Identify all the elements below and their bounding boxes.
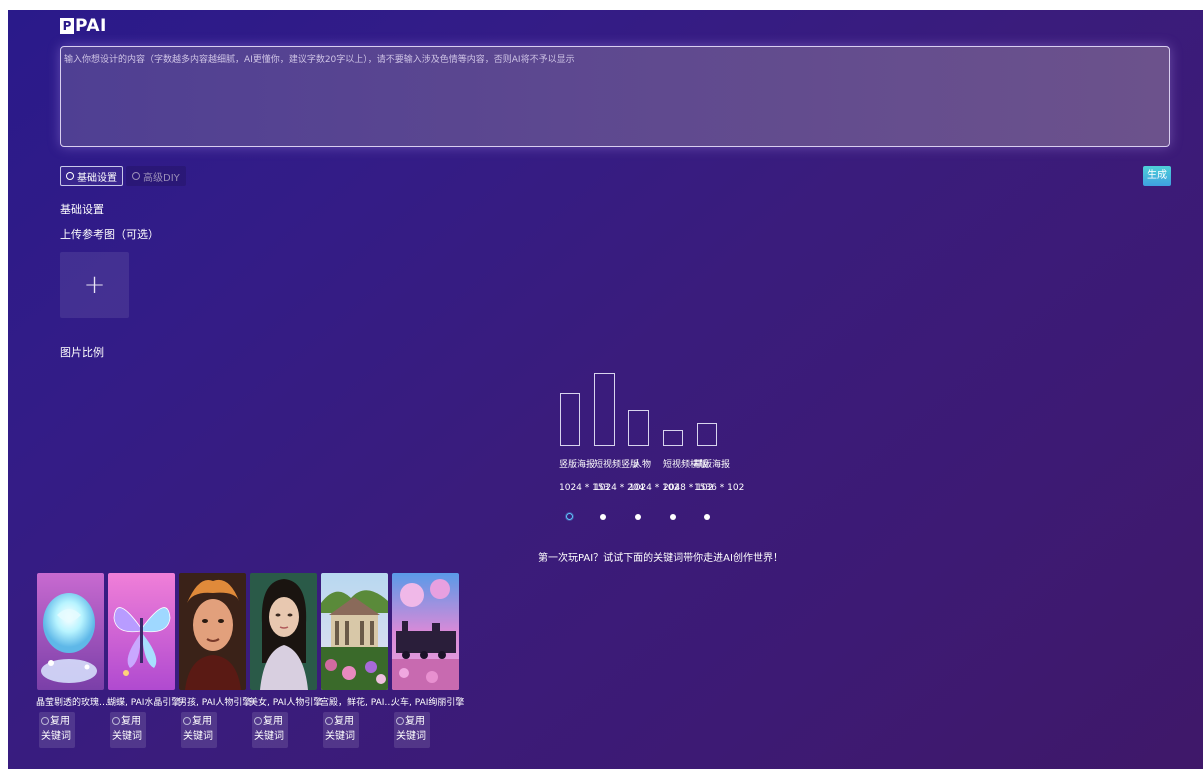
ratio-radio[interactable] bbox=[704, 514, 710, 520]
copy-icon bbox=[41, 717, 49, 725]
gear-icon bbox=[132, 172, 140, 180]
example-card[interactable]: 美女, PAI人物引擎 复用关键词 bbox=[249, 573, 322, 748]
ratio-radio[interactable] bbox=[600, 514, 606, 520]
copy-icon bbox=[183, 717, 191, 725]
example-image-butterfly[interactable] bbox=[108, 573, 175, 690]
example-image-train[interactable] bbox=[392, 573, 459, 690]
example-cards: 晶莹剔透的玫瑰花... 复用关键词 蝴蝶, PAI水晶引擎 复用关键词 男孩, … bbox=[36, 573, 464, 748]
example-image-boy[interactable] bbox=[179, 573, 246, 690]
onboarding-hint: 第一次玩PAI？试试下面的关键词带你走进AI创作世界！ bbox=[538, 553, 783, 564]
reuse-keywords-button[interactable]: 复用关键词 bbox=[252, 712, 288, 748]
copy-icon bbox=[112, 717, 120, 725]
ratio-shape bbox=[628, 410, 649, 446]
example-card[interactable]: 火车, PAI绚丽引擎 复用关键词 bbox=[391, 573, 464, 748]
example-caption: 火车, PAI绚丽引擎 bbox=[391, 698, 465, 708]
ratio-selector: 竖版海报 1024 * 153 短视频竖版 1024 * 204 人物 1024… bbox=[556, 370, 745, 570]
upload-label: 上传参考图（可选） bbox=[60, 228, 159, 241]
example-caption: 宫殿，鲜花, PAI绚... bbox=[320, 698, 398, 708]
example-card[interactable]: 蝴蝶, PAI水晶引擎 复用关键词 bbox=[107, 573, 180, 748]
reuse-keywords-button[interactable]: 复用关键词 bbox=[394, 712, 430, 748]
example-card[interactable]: 宫殿，鲜花, PAI绚... 复用关键词 bbox=[320, 573, 398, 748]
prompt-input[interactable]: 输入你想设计的内容（字数越多内容越细腻，AI更懂你，建议字数20字以上），请不要… bbox=[60, 46, 1170, 147]
example-caption: 男孩, PAI人物引擎 bbox=[178, 698, 252, 708]
example-image-rose[interactable] bbox=[37, 573, 104, 690]
ratio-name: 竖版海报 bbox=[559, 460, 596, 470]
plus-icon: + bbox=[83, 270, 106, 300]
section-title: 基础设置 bbox=[60, 203, 104, 216]
ratio-shape bbox=[663, 430, 683, 446]
reuse-keywords-button[interactable]: 复用关键词 bbox=[181, 712, 217, 748]
mode-tabs: 基础设置 高级DIY bbox=[60, 166, 186, 186]
ratio-radio[interactable] bbox=[635, 514, 641, 520]
ratio-size: 1536 * 102 bbox=[694, 483, 745, 493]
upload-reference-button[interactable]: + bbox=[60, 252, 129, 318]
example-image-woman[interactable] bbox=[250, 573, 317, 690]
reuse-keywords-button[interactable]: 复用关键词 bbox=[323, 712, 359, 748]
tab-advanced-diy[interactable]: 高级DIY bbox=[126, 166, 186, 186]
gear-icon bbox=[66, 172, 74, 180]
ratio-name: 人物 bbox=[633, 460, 652, 470]
generate-button[interactable]: 生成 bbox=[1143, 166, 1171, 186]
ratio-label: 图片比例 bbox=[60, 346, 104, 359]
prompt-placeholder: 输入你想设计的内容（字数越多内容越细腻，AI更懂你，建议字数20字以上），请不要… bbox=[64, 55, 575, 65]
ratio-name: 横版海报 bbox=[694, 460, 731, 470]
example-image-palace[interactable] bbox=[321, 573, 388, 690]
example-caption: 美女, PAI人物引擎 bbox=[249, 698, 323, 708]
ratio-radio[interactable] bbox=[670, 514, 676, 520]
ratio-radio[interactable] bbox=[566, 513, 573, 520]
example-caption: 蝴蝶, PAI水晶引擎 bbox=[107, 698, 181, 708]
copy-icon bbox=[254, 717, 262, 725]
reuse-keywords-button[interactable]: 复用关键词 bbox=[39, 712, 75, 748]
example-caption: 晶莹剔透的玫瑰花... bbox=[36, 698, 114, 708]
logo-mark: P bbox=[60, 18, 74, 34]
tab-label: 基础设置 bbox=[77, 172, 117, 184]
app-canvas: P PAI 输入你想设计的内容（字数越多内容越细腻，AI更懂你，建议字数20字以… bbox=[8, 10, 1203, 769]
copy-icon bbox=[396, 717, 404, 725]
ratio-shape bbox=[594, 373, 615, 446]
reuse-keywords-button[interactable]: 复用关键词 bbox=[110, 712, 146, 748]
tab-label: 高级DIY bbox=[143, 172, 180, 184]
copy-icon bbox=[325, 717, 333, 725]
logo[interactable]: P PAI bbox=[60, 15, 107, 37]
example-card[interactable]: 男孩, PAI人物引擎 复用关键词 bbox=[178, 573, 251, 748]
ratio-shape bbox=[697, 423, 717, 446]
ratio-shape bbox=[560, 393, 580, 446]
tab-basic-settings[interactable]: 基础设置 bbox=[60, 166, 123, 186]
example-card[interactable]: 晶莹剔透的玫瑰花... 复用关键词 bbox=[36, 573, 114, 748]
logo-text: PAI bbox=[75, 16, 107, 36]
